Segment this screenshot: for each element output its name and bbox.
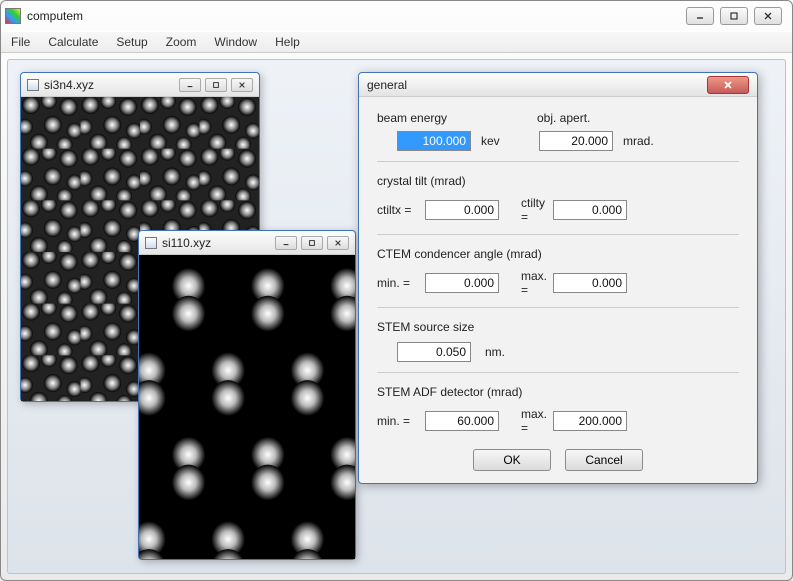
stem-adf-label: STEM ADF detector (mrad) [377,385,739,399]
general-dialog[interactable]: general beam energy obj. apert. kev mrad… [358,72,758,484]
adf-max-input[interactable] [553,411,627,431]
ctem-max-label: max. = [499,269,553,297]
adf-min-label: min. = [377,414,425,428]
child-title: si110.xyz [162,236,211,250]
app-icon [5,8,21,24]
ctilty-input[interactable] [553,200,627,220]
ctiltx-label: ctiltx = [377,203,425,217]
child-title: si3n4.xyz [44,78,94,92]
child-close-button[interactable] [231,78,253,92]
document-icon [145,237,157,249]
child-maximize-button[interactable] [301,236,323,250]
kev-label: kev [471,134,515,148]
titlebar: computem [1,1,792,31]
ok-button[interactable]: OK [473,449,551,471]
stem-src-label: STEM source size [377,320,739,334]
child-titlebar[interactable]: si3n4.xyz [21,73,259,97]
ctilty-label: ctilty = [499,196,553,224]
child-close-button[interactable] [327,236,349,250]
menu-zoom[interactable]: Zoom [166,35,197,49]
child-titlebar[interactable]: si110.xyz [139,231,355,255]
window-controls [686,7,782,25]
mrad-label: mrad. [613,134,654,148]
app-title: computem [27,9,83,23]
child-minimize-button[interactable] [275,236,297,250]
obj-apert-label: obj. apert. [537,111,590,125]
child-minimize-button[interactable] [179,78,201,92]
adf-max-label: max. = [499,407,553,435]
minimize-button[interactable] [686,7,714,25]
mdi-area: si3n4.xyz [7,59,786,574]
beam-energy-input[interactable] [397,131,471,151]
menu-file[interactable]: File [11,35,30,49]
close-button[interactable] [754,7,782,25]
menu-setup[interactable]: Setup [116,35,147,49]
document-icon [27,79,39,91]
crystal-tilt-label: crystal tilt (mrad) [377,174,739,188]
ctem-min-label: min. = [377,276,425,290]
adf-min-input[interactable] [425,411,499,431]
ctem-max-input[interactable] [553,273,627,293]
menu-window[interactable]: Window [214,35,257,49]
beam-energy-label: beam energy [377,111,537,125]
main-window: computem File Calculate Setup Zoom Windo… [0,0,793,581]
maximize-button[interactable] [720,7,748,25]
menu-calculate[interactable]: Calculate [48,35,98,49]
obj-apert-input[interactable] [539,131,613,151]
menu-help[interactable]: Help [275,35,300,49]
ctem-label: CTEM condencer angle (mrad) [377,247,739,261]
dialog-body: beam energy obj. apert. kev mrad. crysta… [359,97,757,483]
ctem-min-input[interactable] [425,273,499,293]
menubar: File Calculate Setup Zoom Window Help [1,31,792,53]
dialog-title: general [367,78,407,92]
dialog-titlebar[interactable]: general [359,73,757,97]
ctiltx-input[interactable] [425,200,499,220]
dialog-close-button[interactable] [707,76,749,94]
cancel-button[interactable]: Cancel [565,449,643,471]
child-window-si110[interactable]: si110.xyz [138,230,356,560]
nm-label: nm. [471,345,505,359]
child-maximize-button[interactable] [205,78,227,92]
stem-src-input[interactable] [397,342,471,362]
simulation-view [139,255,355,559]
